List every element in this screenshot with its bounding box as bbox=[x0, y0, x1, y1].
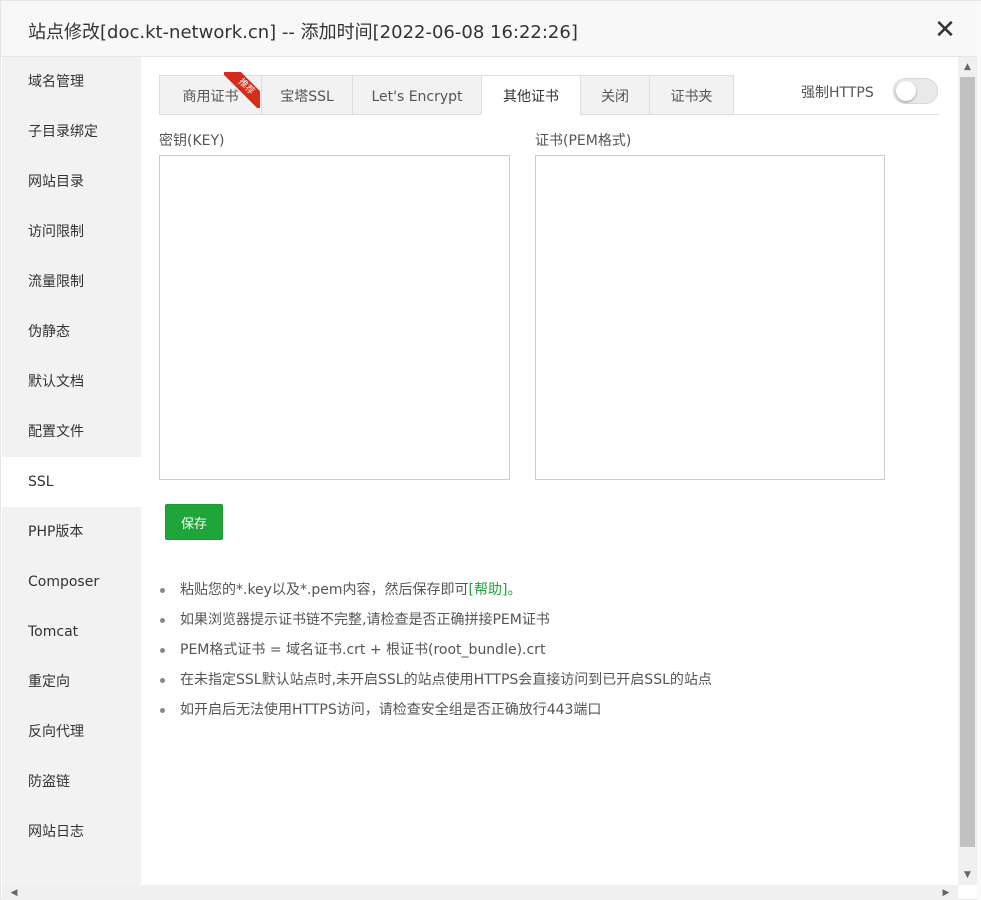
scrollbar-thumb[interactable] bbox=[960, 77, 975, 847]
scroll-left-arrow-icon[interactable]: ◀ bbox=[6, 885, 22, 900]
tip-text: PEM格式证书 = 域名证书.crt + 根证书(root_bundle).cr… bbox=[180, 642, 546, 658]
vertical-scrollbar[interactable]: ▲ ▼ bbox=[958, 57, 977, 885]
tip-suffix: 。 bbox=[507, 582, 522, 598]
tip-text: 在未指定SSL默认站点时,未开启SSL的站点使用HTTPS会直接访问到已开启SS… bbox=[180, 672, 712, 688]
sidebar-item-redirect[interactable]: 重定向 bbox=[2, 657, 141, 707]
sidebar-item-default-document[interactable]: 默认文档 bbox=[2, 357, 141, 407]
horizontal-scrollbar[interactable]: ◀ ▶ bbox=[2, 885, 958, 900]
sidebar-item-rewrite[interactable]: 伪静态 bbox=[2, 307, 141, 357]
sidebar-item-composer[interactable]: Composer bbox=[2, 557, 141, 607]
sidebar-item-reverse-proxy[interactable]: 反向代理 bbox=[2, 707, 141, 757]
tab-cert-folder[interactable]: 证书夹 bbox=[649, 75, 734, 115]
bullet-dot bbox=[160, 708, 165, 713]
cert-textarea[interactable] bbox=[535, 155, 885, 480]
sidebar-item-domain-management[interactable]: 域名管理 bbox=[2, 57, 141, 107]
tip-text: 粘贴您的*.key以及*.pem内容，然后保存即可 bbox=[180, 582, 469, 598]
tab-commercial-cert[interactable]: 商用证书 推荐 bbox=[159, 72, 262, 115]
site-settings-dialog: 站点修改[doc.kt-network.cn] -- 添加时间[2022-06-… bbox=[0, 0, 981, 900]
scroll-right-arrow-icon[interactable]: ▶ bbox=[938, 885, 954, 900]
key-textarea[interactable] bbox=[159, 155, 510, 480]
sidebar-item-traffic-limit[interactable]: 流量限制 bbox=[2, 257, 141, 307]
scroll-down-arrow-icon[interactable]: ▼ bbox=[958, 867, 977, 883]
dialog-titlebar: 站点修改[doc.kt-network.cn] -- 添加时间[2022-06-… bbox=[1, 1, 980, 57]
help-link[interactable]: [帮助] bbox=[469, 582, 508, 598]
tab-close[interactable]: 关闭 bbox=[580, 75, 650, 115]
list-item: 如果浏览器提示证书链不完整,请检查是否正确拼接PEM证书 bbox=[160, 605, 940, 635]
list-item: 在未指定SSL默认站点时,未开启SSL的站点使用HTTPS会直接访问到已开启SS… bbox=[160, 665, 940, 695]
tip-text: 如果浏览器提示证书链不完整,请检查是否正确拼接PEM证书 bbox=[180, 612, 550, 628]
save-button[interactable]: 保存 bbox=[165, 504, 223, 540]
scroll-up-arrow-icon[interactable]: ▲ bbox=[958, 59, 977, 75]
sidebar-item-site-logs[interactable]: 网站日志 bbox=[2, 807, 141, 857]
sidebar-item-ssl[interactable]: SSL bbox=[2, 457, 141, 507]
bullet-dot bbox=[160, 678, 165, 683]
force-https-toggle[interactable] bbox=[893, 78, 938, 104]
list-item: 如开启后无法使用HTTPS访问，请检查安全组是否正确放行443端口 bbox=[160, 695, 940, 725]
cert-field-label: 证书(PEM格式) bbox=[535, 133, 632, 149]
bullet-dot bbox=[160, 618, 165, 623]
force-https-label: 强制HTTPS bbox=[801, 85, 874, 101]
sidebar-item-subdirectory-binding[interactable]: 子目录绑定 bbox=[2, 107, 141, 157]
ssl-panel: 商用证书 推荐 宝塔SSL Let's Encrypt 其他证书 关闭 证书夹 … bbox=[141, 57, 958, 885]
tab-bt-ssl[interactable]: 宝塔SSL bbox=[261, 75, 353, 115]
dialog-title: 站点修改[doc.kt-network.cn] -- 添加时间[2022-06-… bbox=[28, 22, 578, 43]
close-icon[interactable]: ✕ bbox=[931, 17, 959, 45]
bullet-dot bbox=[160, 588, 165, 593]
bullet-dot bbox=[160, 648, 165, 653]
sidebar-item-hotlink-protection[interactable]: 防盗链 bbox=[2, 757, 141, 807]
recommended-badge: 推荐 bbox=[224, 72, 260, 108]
sidebar-item-config-file[interactable]: 配置文件 bbox=[2, 407, 141, 457]
tab-other-cert[interactable]: 其他证书 bbox=[481, 75, 581, 115]
recommended-ribbon: 推荐 bbox=[224, 72, 260, 108]
tab-lets-encrypt[interactable]: Let's Encrypt bbox=[352, 75, 482, 115]
list-item: 粘贴您的*.key以及*.pem内容，然后保存即可[帮助]。 bbox=[160, 575, 940, 605]
key-field-label: 密钥(KEY) bbox=[159, 133, 225, 149]
sidebar-item-php-version[interactable]: PHP版本 bbox=[2, 507, 141, 557]
settings-sidebar: 域名管理 子目录绑定 网站目录 访问限制 流量限制 伪静态 默认文档 配置文件 … bbox=[2, 57, 141, 885]
sidebar-item-tomcat[interactable]: Tomcat bbox=[2, 607, 141, 657]
sidebar-item-site-directory[interactable]: 网站目录 bbox=[2, 157, 141, 207]
ssl-tips-list: 粘贴您的*.key以及*.pem内容，然后保存即可[帮助]。 如果浏览器提示证书… bbox=[160, 575, 940, 725]
toggle-knob bbox=[896, 81, 916, 101]
background-page-edge bbox=[977, 1, 981, 900]
sidebar-item-access-restriction[interactable]: 访问限制 bbox=[2, 207, 141, 257]
tip-text: 如开启后无法使用HTTPS访问，请检查安全组是否正确放行443端口 bbox=[180, 702, 602, 718]
list-item: PEM格式证书 = 域名证书.crt + 根证书(root_bundle).cr… bbox=[160, 635, 940, 665]
